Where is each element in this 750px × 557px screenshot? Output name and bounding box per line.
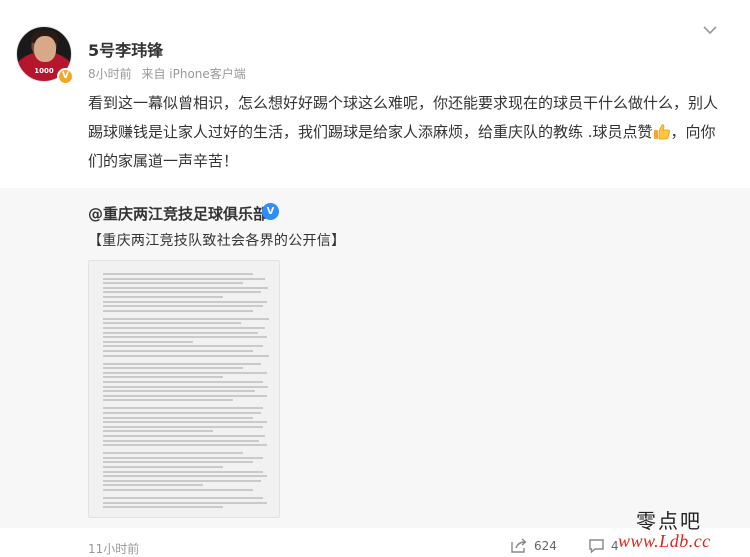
letter-text-line [103,412,261,414]
watermark-url: www.Ldb.cc [618,531,711,551]
letter-text-line [103,371,267,374]
letter-text-line [103,399,233,402]
author-name[interactable]: 5号李玮锋 [88,37,163,61]
letter-text-line [103,300,267,303]
letter-text-line [103,425,263,428]
letter-text-line [103,466,223,468]
letter-text-line [103,277,265,280]
share-icon [511,538,527,553]
letter-text-line [103,430,213,433]
letter-text-line [103,501,267,504]
post-meta: 8小时前 来自 iPhone客户端 [88,65,252,82]
post-time[interactable]: 8小时前 [88,67,132,81]
letter-text-line [103,282,243,285]
letter-text-line [103,331,258,334]
watermark-chinese: 零点吧 [636,509,702,533]
letter-text-line [103,367,243,370]
letter-text-line [103,497,263,499]
letter-text-line [103,484,203,487]
letter-text-line [103,439,259,442]
weibo-post: 1000 V 5号李玮锋 8小时前 来自 iPhone客户端 看到这一幕似曾相识… [0,0,750,188]
letter-text-line [103,475,267,478]
letter-text-line [103,506,223,509]
letter-text-line [103,381,263,383]
letter-text-line [103,376,223,379]
repost-text: 【重庆两江竞技队致社会各界的公开信】 [88,233,346,249]
letter-text-line [103,354,269,357]
post-source: 来自 iPhone客户端 [141,67,246,81]
open-letter-image[interactable] [88,260,280,518]
chevron-down-icon[interactable] [702,22,718,38]
letter-text-line [103,322,241,325]
share-count: 624 [534,539,557,553]
letter-text-line [103,470,263,473]
letter-text-line [103,362,261,365]
avatar-face [34,36,56,62]
letter-text-line [103,421,267,424]
blue-verified-icon: V [262,203,279,220]
repost-author[interactable]: @重庆两江竞技足球俱乐部 [88,203,268,224]
letter-text-line [103,456,263,459]
letter-text-line [103,407,263,410]
thumbs-up-icon [653,124,670,140]
post-text-main: 看到这一幕似曾相识，怎么想好好踢个球这么难呢，你还能要求现在的球员干什么做什么，… [88,94,719,141]
comment-icon [589,539,604,554]
letter-text-line [103,435,265,437]
letter-text-line [103,317,269,320]
letter-text-line [103,305,263,308]
letter-text-line [103,394,267,397]
share-button[interactable]: 624 [510,538,557,554]
letter-text-line [103,479,261,482]
letter-text-line [103,489,253,491]
letter-text-line [103,296,223,298]
post-body: 看到这一幕似曾相识，怎么想好好踢个球这么难呢，你还能要求现在的球员干什么做什么，… [88,89,728,176]
letter-text-line [103,327,265,329]
letter-text-line [103,452,243,455]
letter-text-line [103,444,267,447]
letter-text-line [103,416,253,419]
letter-text-line [103,345,263,348]
verified-badge-icon: V [57,68,74,85]
letter-text-line [103,273,253,275]
site-watermark: 零点吧 www.Ldb.cc [614,505,744,553]
repost-time[interactable]: 11小时前 [88,540,139,557]
letter-text-line [103,336,267,339]
letter-text-line [103,286,268,289]
letter-text-line [103,461,253,464]
letter-text-line [103,350,253,352]
letter-text-line [103,385,268,388]
letter-text-line [103,291,261,294]
letter-text-line [103,309,253,312]
repost-card[interactable]: @重庆两江竞技足球俱乐部 V 【重庆两江竞技队致社会各界的公开信】 [0,188,750,528]
letter-text-line [103,340,193,343]
letter-text-line [103,390,255,393]
